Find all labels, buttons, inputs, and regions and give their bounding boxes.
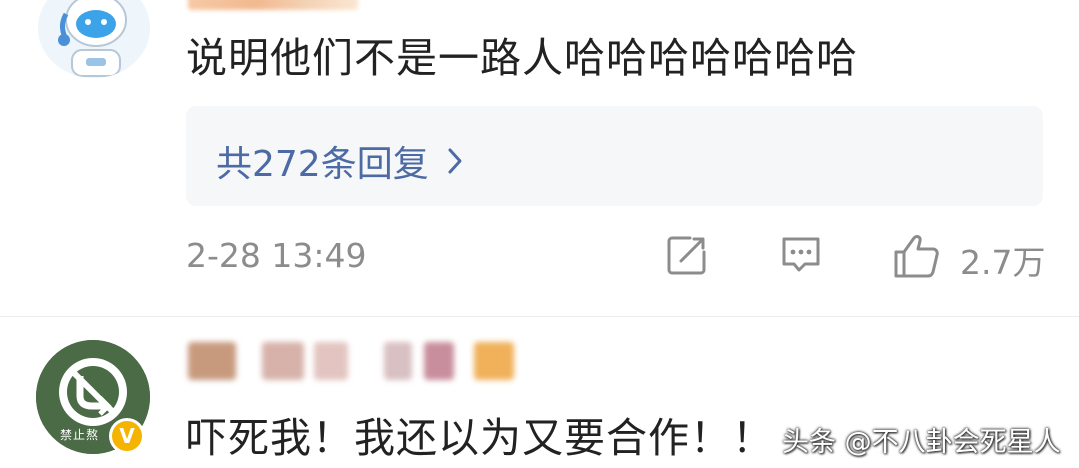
like-count: 2.7万 <box>960 243 1046 282</box>
comment-text: 吓死我！我还以为又要合作！！ <box>186 414 774 462</box>
comment-text: 说明他们不是一路人哈哈哈哈哈哈哈 <box>186 34 858 82</box>
comment-actions-row: 2-28 13:49 2.7万 <box>186 232 1046 282</box>
verified-badge-icon: V <box>109 418 145 454</box>
share-edit-icon[interactable] <box>664 232 710 282</box>
username-blurred-segment <box>474 342 514 380</box>
avatar-caption: 禁止熬 <box>60 428 100 442</box>
comment-timestamp: 2-28 13:49 <box>186 236 367 275</box>
user-avatar-robot[interactable] <box>38 0 150 78</box>
thumbs-up-icon[interactable] <box>892 232 942 284</box>
reply-count-label: 共272条回复 <box>216 144 429 185</box>
username-blurred-segment <box>262 342 304 380</box>
watermark-text: 头条 @不八卦会死星人 <box>782 427 1061 458</box>
comment-divider <box>0 316 1079 317</box>
reply-summary-box: 共272条回复 <box>186 106 1043 206</box>
comment-thread: 说明他们不是一路人哈哈哈哈哈哈哈 共272条回复 2-28 13:49 2.7万… <box>0 0 1079 468</box>
username-blurred[interactable] <box>188 0 358 10</box>
comment-icon[interactable] <box>778 232 824 282</box>
chevron-right-icon <box>448 148 462 174</box>
username-blurred-segment <box>384 342 412 380</box>
username-blurred-segment <box>424 342 454 380</box>
username-blurred-segment <box>314 342 348 380</box>
username-blurred[interactable] <box>188 342 236 380</box>
view-replies-link[interactable]: 共272条回复 <box>216 135 463 187</box>
